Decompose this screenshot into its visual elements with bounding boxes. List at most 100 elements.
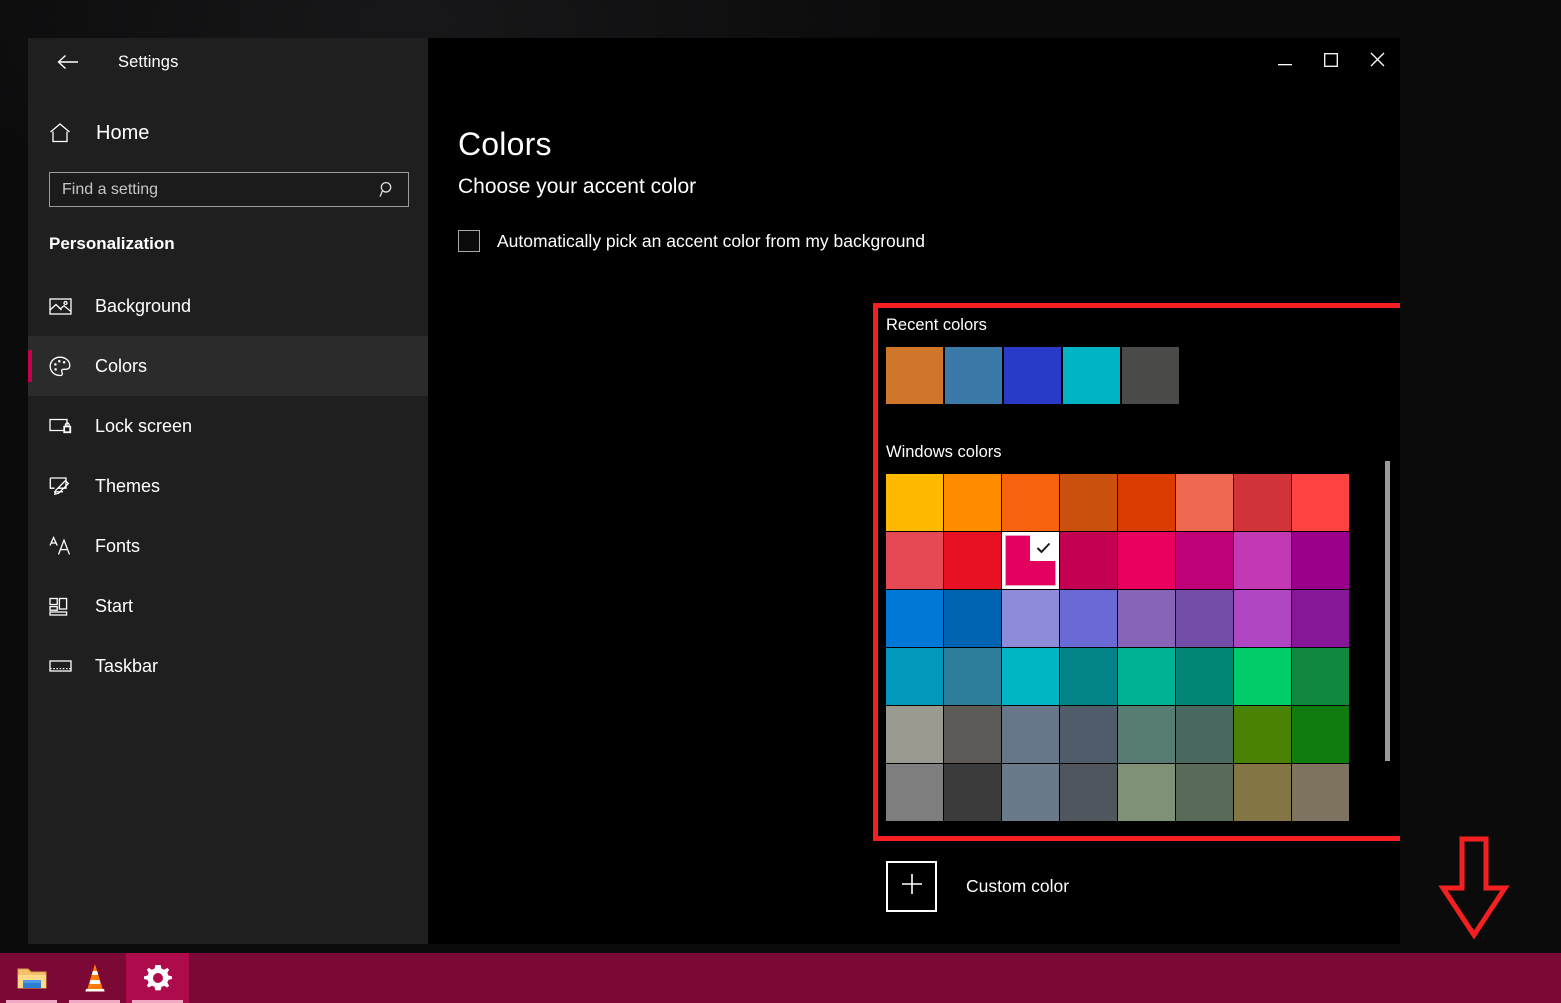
windows-color-swatch-10[interactable] xyxy=(1002,532,1059,589)
sidebar-item-taskbar[interactable]: Taskbar xyxy=(28,636,428,696)
sidebar-item-lock-screen[interactable]: Lock screen xyxy=(28,396,428,456)
search-box[interactable] xyxy=(49,172,409,207)
sidebar-section-title: Personalization xyxy=(49,234,175,253)
windows-color-swatch-30[interactable] xyxy=(1234,648,1291,705)
windows-color-swatch-18[interactable] xyxy=(1002,590,1059,647)
windows-color-swatch-14[interactable] xyxy=(1234,532,1291,589)
taskbar xyxy=(0,953,1561,1003)
auto-accent-row[interactable]: Automatically pick an accent color from … xyxy=(458,230,1400,252)
recent-color-swatch-0[interactable] xyxy=(886,347,943,404)
windows-color-swatch-27[interactable] xyxy=(1060,648,1117,705)
windows-color-swatch-2[interactable] xyxy=(1002,474,1059,531)
close-icon xyxy=(1370,52,1385,72)
sidebar-item-label-background: Background xyxy=(95,295,192,316)
windows-color-swatch-3[interactable] xyxy=(1060,474,1117,531)
sidebar-item-label-colors: Colors xyxy=(95,355,148,376)
page-title: Colors xyxy=(458,126,552,162)
app-title: Settings xyxy=(118,52,179,71)
sidebar-item-label-start: Start xyxy=(95,595,134,616)
windows-color-swatch-36[interactable] xyxy=(1118,706,1175,763)
windows-color-swatch-12[interactable] xyxy=(1118,532,1175,589)
search-icon[interactable] xyxy=(379,181,408,198)
windows-color-swatch-15[interactable] xyxy=(1292,532,1349,589)
windows-color-swatch-24[interactable] xyxy=(886,648,943,705)
sidebar-item-label-themes: Themes xyxy=(95,475,161,496)
windows-color-swatch-40[interactable] xyxy=(886,764,943,821)
settings-window: Settings Home Person xyxy=(28,38,1400,944)
back-button[interactable] xyxy=(46,46,90,78)
settings-content-pane: Colors Choose your accent color Automati… xyxy=(428,38,1400,944)
recent-color-swatch-2[interactable] xyxy=(1004,347,1061,404)
windows-color-swatch-19[interactable] xyxy=(1060,590,1117,647)
recent-color-swatch-3[interactable] xyxy=(1063,347,1120,404)
windows-color-swatch-1[interactable] xyxy=(944,474,1001,531)
windows-color-swatch-6[interactable] xyxy=(1234,474,1291,531)
windows-color-swatch-37[interactable] xyxy=(1176,706,1233,763)
home-icon xyxy=(49,123,87,143)
custom-color-row[interactable]: Custom color xyxy=(886,861,1069,912)
taskbar-icon xyxy=(49,658,83,674)
sidebar-item-label-lock-screen: Lock screen xyxy=(95,415,193,436)
maximize-button[interactable] xyxy=(1308,38,1354,86)
sidebar-item-start[interactable]: Start xyxy=(28,576,428,636)
windows-color-swatch-31[interactable] xyxy=(1292,648,1349,705)
windows-color-swatch-34[interactable] xyxy=(1002,706,1059,763)
minimize-button[interactable] xyxy=(1262,38,1308,86)
sidebar-item-fonts[interactable]: Fonts xyxy=(28,516,428,576)
windows-color-swatch-39[interactable] xyxy=(1292,706,1349,763)
taskbar-item-file-explorer[interactable] xyxy=(0,953,63,1003)
window-controls xyxy=(1262,38,1400,86)
windows-color-swatch-47[interactable] xyxy=(1292,764,1349,821)
windows-color-swatch-4[interactable] xyxy=(1118,474,1175,531)
windows-color-swatch-23[interactable] xyxy=(1292,590,1349,647)
windows-color-swatch-29[interactable] xyxy=(1176,648,1233,705)
windows-color-swatch-28[interactable] xyxy=(1118,648,1175,705)
scrollbar-thumb[interactable] xyxy=(1385,461,1390,761)
windows-color-swatch-11[interactable] xyxy=(1060,532,1117,589)
sidebar-item-background[interactable]: Background xyxy=(28,276,428,336)
sidebar-item-home[interactable]: Home xyxy=(28,112,428,154)
recent-color-swatch-4[interactable] xyxy=(1122,347,1179,404)
windows-color-swatch-13[interactable] xyxy=(1176,532,1233,589)
windows-color-swatch-45[interactable] xyxy=(1176,764,1233,821)
custom-color-button[interactable] xyxy=(886,861,937,912)
windows-color-swatch-17[interactable] xyxy=(944,590,1001,647)
windows-color-swatch-42[interactable] xyxy=(1002,764,1059,821)
windows-color-swatch-41[interactable] xyxy=(944,764,1001,821)
close-button[interactable] xyxy=(1354,38,1400,86)
recent-colors-label: Recent colors xyxy=(886,316,987,334)
windows-color-swatch-0[interactable] xyxy=(886,474,943,531)
sidebar-nav-list: Background Colors Lock screen Themes Fon… xyxy=(28,276,428,696)
windows-color-swatch-26[interactable] xyxy=(1002,648,1059,705)
windows-color-swatch-21[interactable] xyxy=(1176,590,1233,647)
windows-color-swatch-20[interactable] xyxy=(1118,590,1175,647)
vertical-scrollbar[interactable] xyxy=(1385,86,1396,944)
windows-color-swatch-43[interactable] xyxy=(1060,764,1117,821)
taskbar-item-settings[interactable] xyxy=(126,953,189,1003)
windows-color-swatch-38[interactable] xyxy=(1234,706,1291,763)
search-input[interactable] xyxy=(50,180,379,199)
windows-color-swatch-25[interactable] xyxy=(944,648,1001,705)
windows-color-swatch-8[interactable] xyxy=(886,532,943,589)
custom-color-label: Custom color xyxy=(966,876,1070,896)
windows-color-swatch-7[interactable] xyxy=(1292,474,1349,531)
windows-color-swatch-16[interactable] xyxy=(886,590,943,647)
windows-color-swatch-35[interactable] xyxy=(1060,706,1117,763)
windows-color-swatch-33[interactable] xyxy=(944,706,1001,763)
windows-color-swatch-5[interactable] xyxy=(1176,474,1233,531)
windows-color-swatch-32[interactable] xyxy=(886,706,943,763)
auto-accent-checkbox[interactable] xyxy=(458,230,480,252)
windows-color-swatch-46[interactable] xyxy=(1234,764,1291,821)
recent-color-swatch-1[interactable] xyxy=(945,347,1002,404)
desktop-background: Settings Home Person xyxy=(0,0,1561,1003)
windows-color-swatch-44[interactable] xyxy=(1118,764,1175,821)
gear-icon xyxy=(142,962,174,994)
sidebar-item-colors[interactable]: Colors xyxy=(28,336,428,396)
windows-color-swatch-22[interactable] xyxy=(1234,590,1291,647)
windows-color-swatch-9[interactable] xyxy=(944,532,1001,589)
minimize-icon xyxy=(1278,53,1292,71)
sidebar-item-label-fonts: Fonts xyxy=(95,535,141,556)
sidebar-item-themes[interactable]: Themes xyxy=(28,456,428,516)
taskbar-item-vlc[interactable] xyxy=(63,953,126,1003)
start-icon xyxy=(49,597,83,616)
